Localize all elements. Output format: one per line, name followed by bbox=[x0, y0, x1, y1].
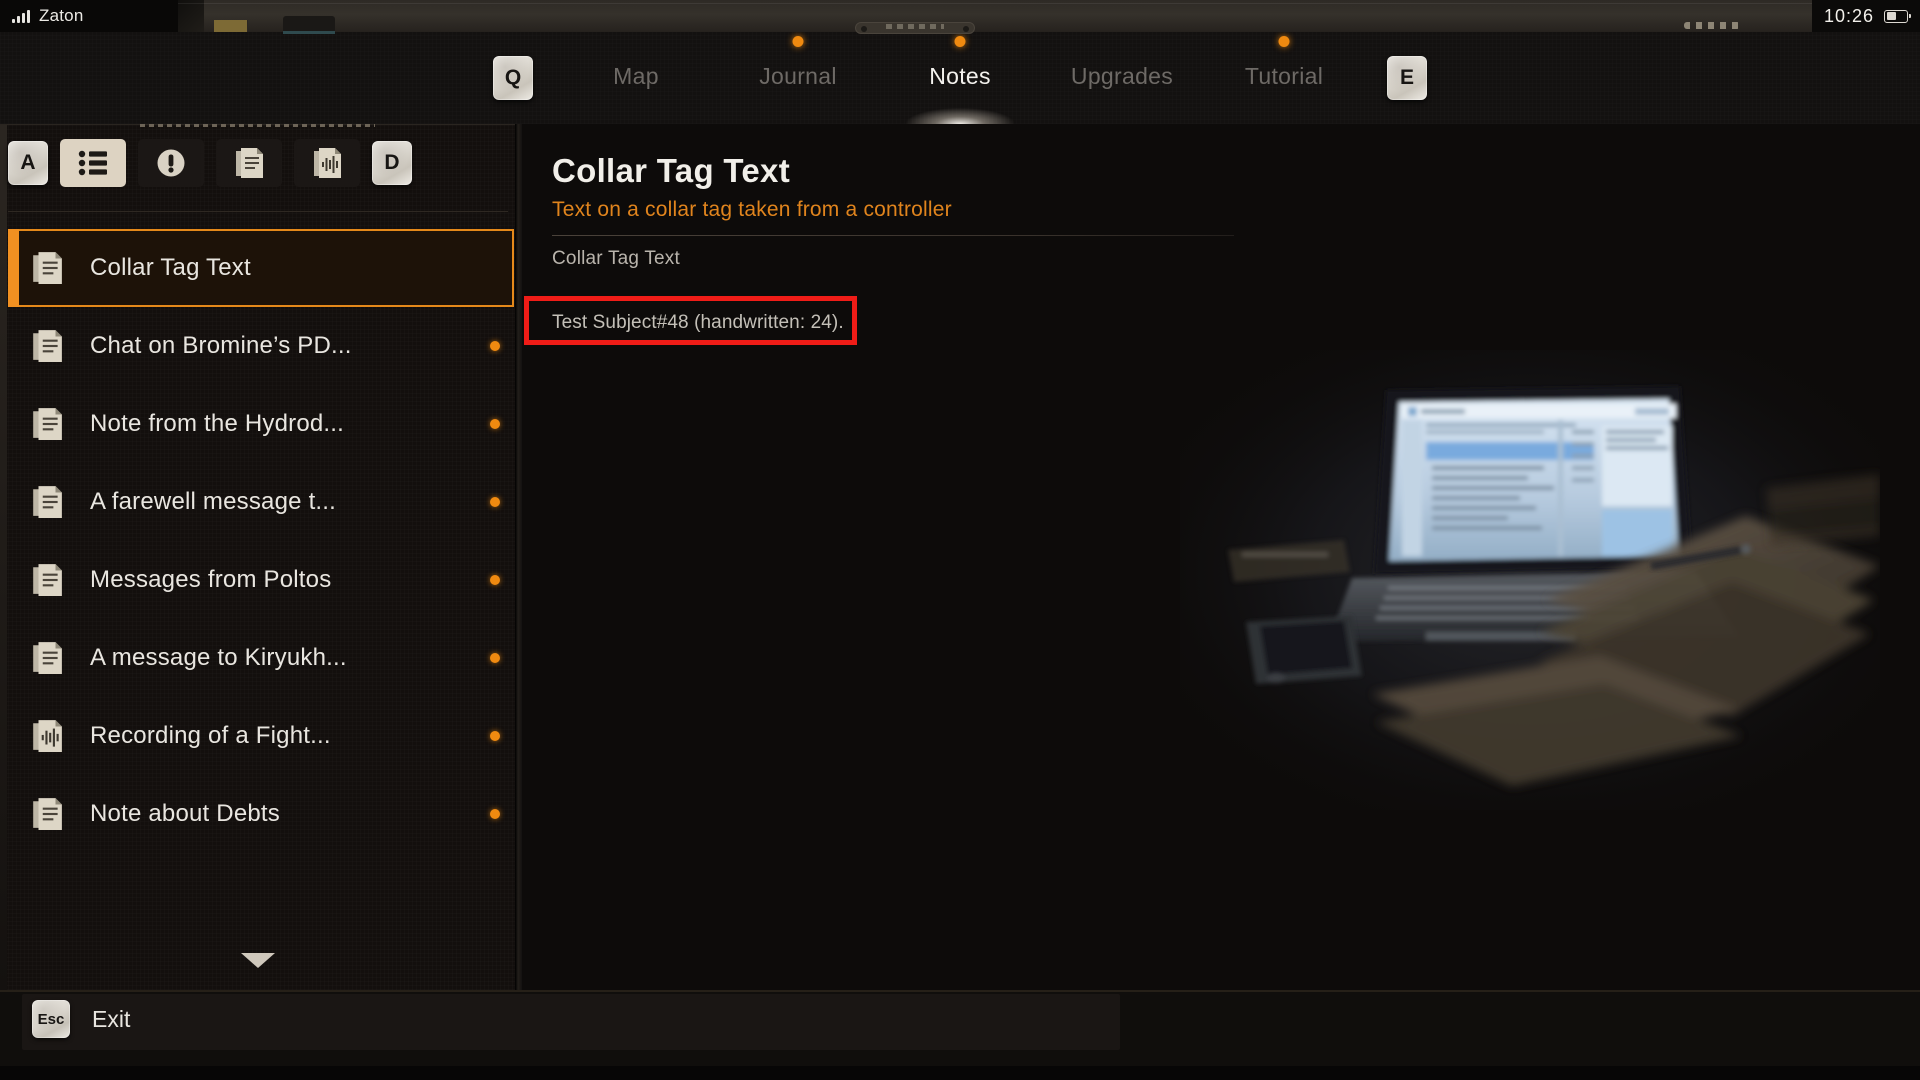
list-item[interactable]: A message to Kiryukh... bbox=[8, 619, 514, 697]
tab-notes-label: Notes bbox=[929, 63, 991, 89]
note-detail-pane: Collar Tag Text Text on a collar tag tak… bbox=[522, 124, 1920, 990]
alert-icon bbox=[156, 148, 186, 178]
list-item[interactable]: Chat on Bromine’s PD... bbox=[8, 307, 514, 385]
sidebar-rail bbox=[0, 125, 7, 991]
list-item-title: A message to Kiryukh... bbox=[90, 644, 347, 672]
main-tab-nav: Q Map Journal Notes Upgrades bbox=[0, 32, 1920, 124]
document-icon bbox=[30, 329, 64, 363]
list-item[interactable]: Collar Tag Text bbox=[8, 229, 514, 307]
unread-dot bbox=[490, 419, 500, 429]
filter-toolbar: A bbox=[8, 139, 412, 187]
page-title: Collar Tag Text bbox=[552, 152, 1920, 190]
tab-journal[interactable]: Journal bbox=[717, 57, 879, 100]
list-item-title: A farewell message t... bbox=[90, 488, 336, 516]
notes-list: Collar Tag Text Chat on Bromine’s PD... bbox=[8, 229, 514, 899]
tab-journal-label: Journal bbox=[759, 63, 837, 89]
tab-strip: Map Journal Notes Upgrades Tutorial bbox=[555, 57, 1365, 100]
game-pda-screen: Zaton 10:26 Q Map Journal Notes bbox=[0, 0, 1920, 1080]
footer-strip bbox=[22, 994, 1120, 1050]
document-icon bbox=[234, 147, 264, 179]
document-icon bbox=[30, 407, 64, 441]
document-icon bbox=[30, 797, 64, 831]
bezel-contacts bbox=[214, 20, 248, 32]
audio-note-icon bbox=[30, 719, 64, 753]
list-icon bbox=[78, 150, 108, 176]
prev-tab-key-q[interactable]: Q bbox=[493, 56, 533, 100]
list-item-title: Note about Debts bbox=[90, 800, 280, 828]
filter-audio-button[interactable] bbox=[294, 139, 360, 187]
tab-notes-new-dot bbox=[955, 36, 966, 47]
list-item[interactable]: Note from the Hydrod... bbox=[8, 385, 514, 463]
exit-label: Exit bbox=[92, 1006, 130, 1033]
bezel-notch bbox=[178, 0, 204, 32]
tab-map-label: Map bbox=[613, 63, 659, 89]
battery-icon bbox=[1884, 10, 1908, 23]
list-item-title: Collar Tag Text bbox=[90, 254, 251, 282]
tab-map[interactable]: Map bbox=[555, 57, 717, 100]
bezel-port bbox=[283, 16, 335, 34]
scroll-down-caret-icon[interactable] bbox=[241, 953, 275, 968]
tab-tutorial-label: Tutorial bbox=[1245, 63, 1323, 89]
unread-dot bbox=[490, 497, 500, 507]
content-area: A bbox=[0, 124, 1920, 990]
filter-all-button[interactable] bbox=[60, 139, 126, 187]
note-section-heading: Collar Tag Text bbox=[552, 248, 1920, 270]
sidebar-top-dash bbox=[140, 124, 375, 127]
unread-dot bbox=[490, 341, 500, 351]
next-tab-key-e[interactable]: E bbox=[1387, 56, 1427, 100]
list-item-title: Note from the Hydrod... bbox=[90, 410, 344, 438]
list-item-title: Recording of a Fight... bbox=[90, 722, 331, 750]
note-description: Text on a collar tag taken from a contro… bbox=[552, 198, 1920, 222]
panel-divider bbox=[515, 124, 522, 990]
document-icon bbox=[30, 641, 64, 675]
tab-upgrades[interactable]: Upgrades bbox=[1041, 57, 1203, 100]
audio-note-icon bbox=[312, 147, 342, 179]
filter-next-key-d[interactable]: D bbox=[372, 141, 412, 185]
tab-tutorial[interactable]: Tutorial bbox=[1203, 57, 1365, 100]
document-icon bbox=[30, 251, 64, 285]
footer-bar: Esc Exit bbox=[0, 990, 1920, 1080]
filter-prev-key-a[interactable]: A bbox=[8, 141, 48, 185]
document-icon bbox=[30, 485, 64, 519]
list-item-title: Messages from Poltos bbox=[90, 566, 331, 594]
notes-sidebar: A bbox=[0, 124, 515, 990]
bezel-seam bbox=[178, 3, 1812, 4]
esc-key-icon: Esc bbox=[32, 1000, 70, 1038]
exit-button[interactable]: Esc Exit bbox=[32, 1000, 130, 1038]
unread-dot bbox=[490, 809, 500, 819]
list-item-title: Chat on Bromine’s PD... bbox=[90, 332, 352, 360]
list-item[interactable]: Messages from Poltos bbox=[8, 541, 514, 619]
note-body-wrapper: Test Subject#48 (handwritten: 24). bbox=[552, 312, 1920, 334]
filter-toolbar-divider bbox=[8, 211, 508, 212]
tab-upgrades-label: Upgrades bbox=[1071, 63, 1173, 89]
unread-dot bbox=[490, 575, 500, 585]
tab-notes[interactable]: Notes bbox=[879, 57, 1041, 100]
footer-bottom-edge bbox=[0, 1066, 1920, 1080]
filter-documents-button[interactable] bbox=[216, 139, 282, 187]
tab-active-indicator bbox=[906, 108, 1014, 124]
clock-label: 10:26 bbox=[1824, 6, 1874, 27]
signal-bars-icon bbox=[12, 9, 30, 23]
status-bar-right: 10:26 bbox=[1824, 0, 1908, 32]
tab-journal-new-dot bbox=[793, 36, 804, 47]
location-label: Zaton bbox=[39, 6, 83, 26]
unread-dot bbox=[490, 731, 500, 741]
filter-important-button[interactable] bbox=[138, 139, 204, 187]
list-item[interactable]: Recording of a Fight... bbox=[8, 697, 514, 775]
status-bar-left: Zaton bbox=[0, 0, 83, 32]
detail-divider bbox=[552, 235, 1234, 236]
bezel-dots-right bbox=[1684, 22, 1740, 29]
document-icon bbox=[30, 563, 64, 597]
list-item[interactable]: Note about Debts bbox=[8, 775, 514, 853]
tab-tutorial-new-dot bbox=[1279, 36, 1290, 47]
list-item[interactable]: A farewell message t... bbox=[8, 463, 514, 541]
bezel-connector-dashes bbox=[886, 24, 944, 29]
unread-dot bbox=[490, 653, 500, 663]
note-body-text: Test Subject#48 (handwritten: 24). bbox=[552, 312, 1920, 334]
